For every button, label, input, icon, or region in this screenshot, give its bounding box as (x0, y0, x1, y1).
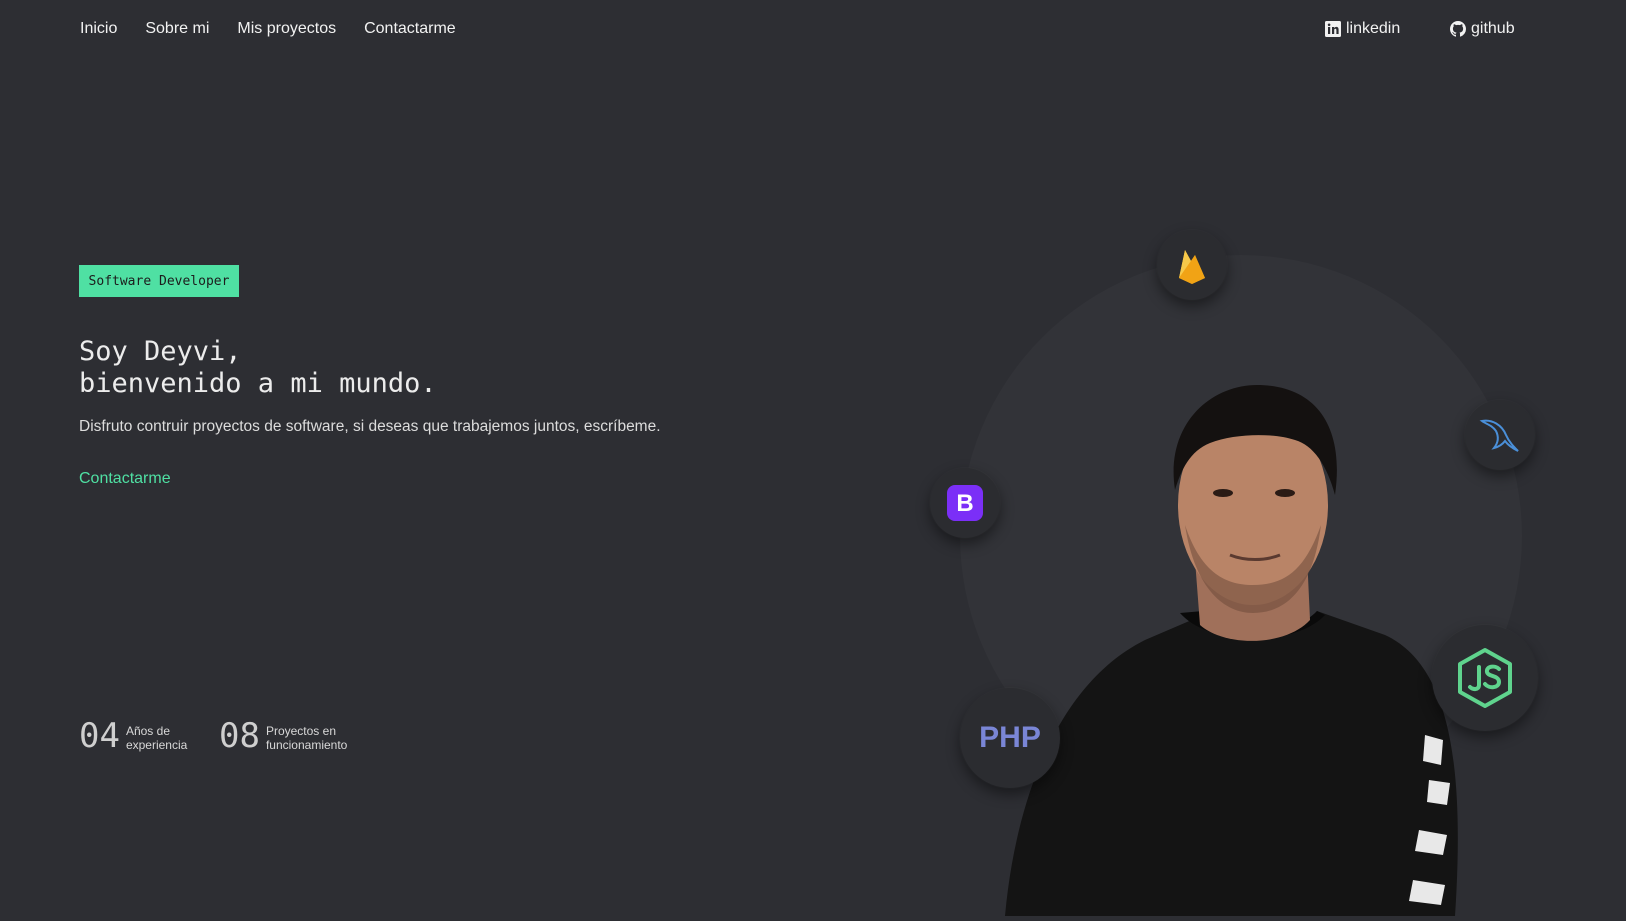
stat-label: Años de experiencia (126, 724, 187, 752)
stat-number: 08 (219, 716, 260, 756)
stat-label-line-1: Años de (125, 724, 170, 738)
hero-subtitle: Disfruto contruir proyectos de software,… (79, 418, 661, 435)
stat-experience: 04 Años de experiencia (79, 718, 187, 754)
bootstrap-icon: B (947, 485, 983, 521)
firebase-badge (1157, 230, 1227, 300)
nav-link-sobre-mi[interactable]: Sobre mi (145, 18, 209, 40)
stat-projects: 08 Proyectos en funcionamiento (219, 718, 347, 754)
stat-label-line-2: experiencia (125, 738, 188, 752)
svg-text:B: B (956, 490, 973, 517)
top-nav: Inicio Sobre mi Mis proyectos Contactarm… (0, 0, 1626, 58)
stat-label-line-2: funcionamiento (265, 738, 348, 752)
nodejs-badge (1432, 625, 1538, 731)
stat-number: 04 (79, 716, 120, 756)
github-icon (1450, 21, 1466, 37)
linkedin-label: linkedin (1346, 20, 1401, 37)
mysql-icon (1479, 419, 1519, 452)
headline-line-1: Soy Deyvi, (79, 336, 242, 367)
nav-link-inicio[interactable]: Inicio (80, 18, 117, 40)
stat-label-line-1: Proyectos en (265, 724, 336, 738)
bootstrap-badge: B (930, 468, 1000, 538)
page: Inicio Sobre mi Mis proyectos Contactarm… (0, 0, 1626, 921)
headline-line-2: bienvenido a mi mundo. (79, 368, 437, 399)
portrait-image (1005, 385, 1458, 916)
nav-link-contactarme[interactable]: Contactarme (364, 18, 456, 40)
php-icon: PHP (979, 721, 1041, 754)
linkedin-icon (1325, 21, 1341, 37)
nav-links: Inicio Sobre mi Mis proyectos Contactarm… (80, 18, 456, 40)
mysql-badge (1465, 400, 1535, 470)
stat-label: Proyectos en funcionamiento (266, 724, 347, 752)
nav-link-mis-proyectos[interactable]: Mis proyectos (237, 18, 336, 40)
hero-headline: Soy Deyvi, bienvenido a mi mundo. (79, 336, 437, 400)
php-badge: PHP (960, 688, 1060, 788)
linkedin-link[interactable]: linkedin (1325, 18, 1400, 40)
contact-cta-link[interactable]: Contactarme (79, 468, 171, 490)
firebase-icon (1179, 250, 1205, 284)
github-link[interactable]: github (1450, 18, 1515, 40)
github-label: github (1471, 20, 1515, 37)
nodejs-icon (1458, 648, 1512, 708)
role-badge: Software Developer (79, 265, 239, 297)
